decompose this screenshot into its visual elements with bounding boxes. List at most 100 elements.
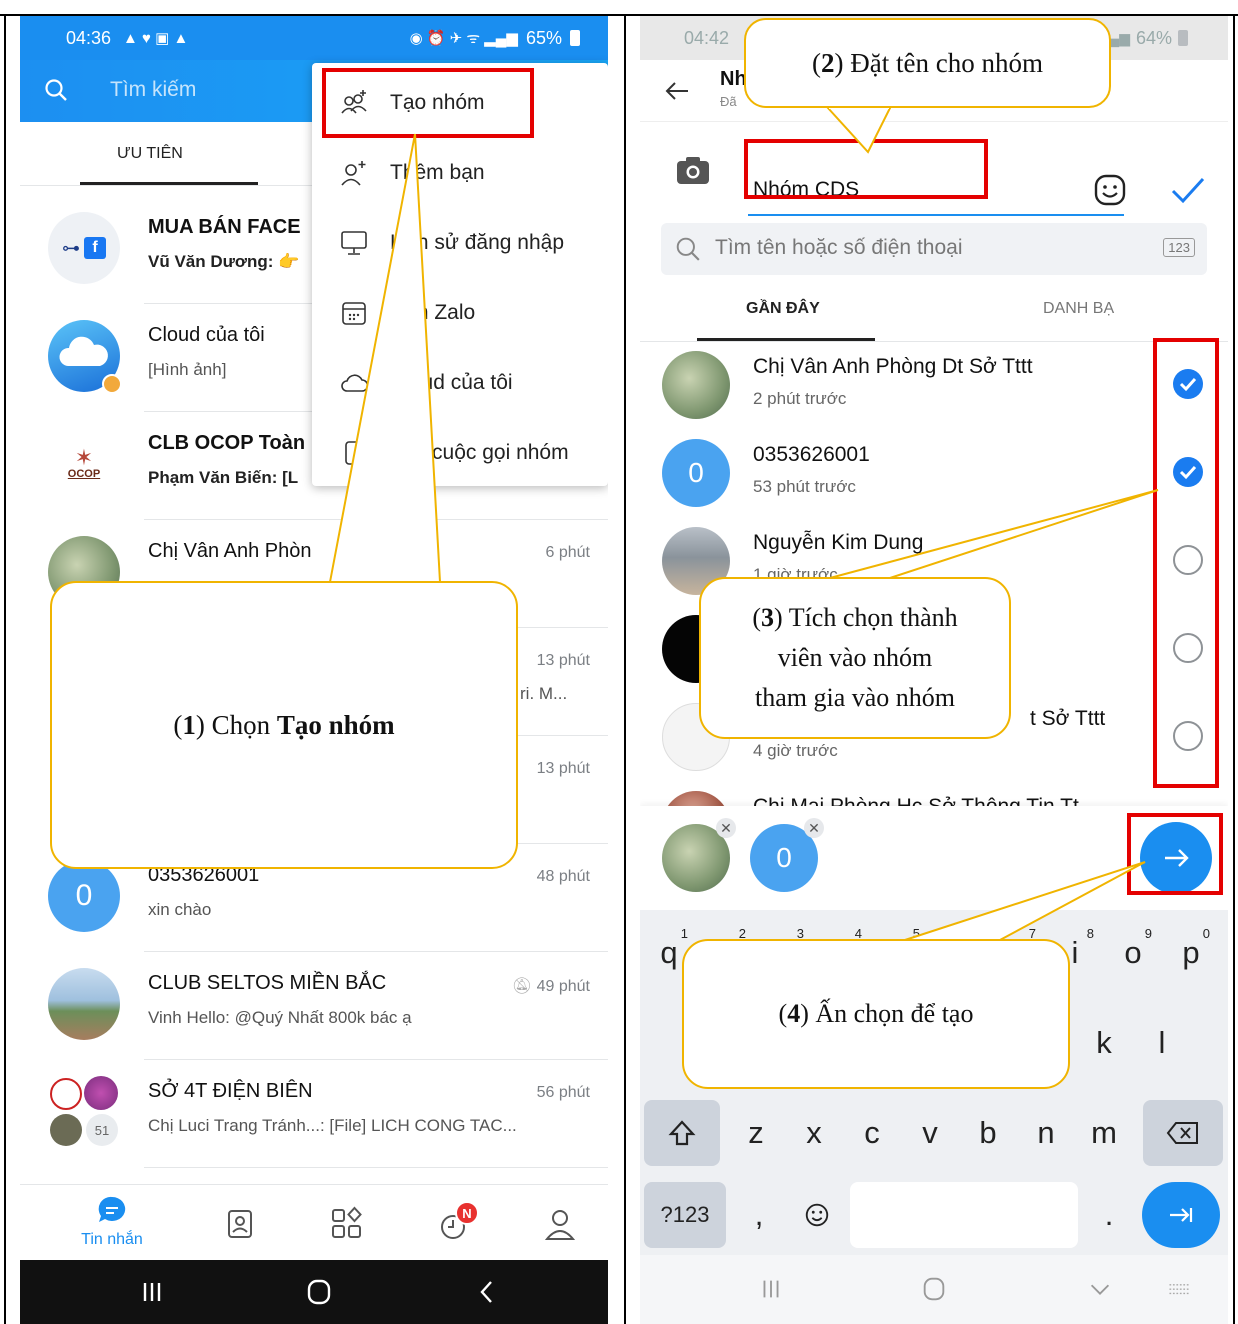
key-z[interactable]: z: [729, 1100, 783, 1166]
ocop-logo-text: OCOP: [67, 468, 101, 480]
callout-line: tham gia vào nhóm: [754, 683, 955, 712]
backspace-key[interactable]: [1143, 1100, 1223, 1166]
number-avatar: 0: [662, 439, 730, 507]
key-x[interactable]: x: [787, 1100, 841, 1166]
android-system-nav: [20, 1260, 608, 1324]
key-label: p: [1182, 935, 1200, 970]
battery-icon: [570, 30, 580, 46]
search-icon[interactable]: [44, 78, 68, 102]
chat-time: 13 phút: [536, 760, 590, 777]
key-m[interactable]: m: [1077, 1100, 1131, 1166]
remove-icon[interactable]: ✕: [804, 818, 824, 838]
status-time: 04:36: [66, 27, 112, 48]
search-input[interactable]: Tìm kiếm: [110, 78, 196, 102]
contact-row[interactable]: Chị Vân Anh Phòng Dt Sở Tttt 2 phút trướ…: [640, 341, 1228, 429]
chat-last-message: xin chào: [148, 900, 212, 919]
chat-row[interactable]: CLUB SELTOS MIỀN BẮC Vinh Hello: @Quý Nh…: [20, 952, 608, 1060]
tab-key[interactable]: [1142, 1182, 1220, 1248]
callout-bold-text: Tạo nhóm: [276, 709, 395, 740]
back-arrow-icon[interactable]: [662, 76, 692, 106]
callout-text: (4) Ấn chọn để tạo: [778, 999, 974, 1028]
callout-step-1: (1) Chọn Tạo nhóm: [50, 581, 518, 869]
battery-level: 65%: [525, 27, 562, 48]
keyboard-switch-icon[interactable]: [1166, 1277, 1192, 1303]
camera-icon[interactable]: [673, 152, 713, 192]
star-icon: ✶: [74, 445, 94, 470]
confirm-check-icon[interactable]: [1168, 170, 1208, 210]
person-add-icon: [341, 161, 366, 186]
recent-apps-icon[interactable]: [137, 1277, 167, 1307]
callout-text-part: ) Đặt tên cho nhóm: [834, 47, 1043, 78]
menu-item-add-friend[interactable]: Thêm bạn: [312, 139, 608, 207]
menu-item-my-cloud[interactable]: Cloud của tôi: [312, 349, 608, 417]
avatar: ⊶ f: [48, 212, 120, 284]
key-b[interactable]: b: [961, 1100, 1015, 1166]
key-l[interactable]: l: [1135, 1010, 1189, 1076]
contact-search-bar[interactable]: Tìm tên hoặc số điện thoại 123: [661, 223, 1207, 275]
recent-apps-icon[interactable]: [757, 1275, 785, 1303]
emoji-key[interactable]: [790, 1182, 844, 1248]
key-label: ,: [754, 1197, 764, 1232]
group-member-avatar: [84, 1076, 118, 1110]
chat-last-message: [Hình ảnh]: [148, 360, 227, 379]
space-key[interactable]: [850, 1182, 1078, 1248]
home-icon[interactable]: [304, 1277, 334, 1307]
key-k[interactable]: k: [1077, 1010, 1131, 1076]
contact-name: t Sở Tttt: [1030, 707, 1106, 730]
menu-item-group-call[interactable]: Tạo cuộc gọi nhóm: [312, 419, 608, 487]
chat-name: CLUB SELTOS MIỀN BẮC: [148, 972, 387, 994]
contacts-icon[interactable]: [210, 1195, 270, 1255]
remove-icon[interactable]: ✕: [716, 818, 736, 838]
menu-item-zalo-calendar[interactable]: Lịch Zalo: [312, 279, 608, 347]
tab-priority[interactable]: ƯU TIÊN: [117, 122, 183, 186]
backspace-icon: [1166, 1122, 1198, 1144]
callout-text: (2) Đặt tên cho nhóm: [812, 47, 1043, 78]
back-icon[interactable]: [472, 1277, 502, 1307]
menu-item-login-history[interactable]: Lịch sử đăng nhập: [312, 209, 608, 277]
key-comma[interactable]: ,: [732, 1182, 786, 1248]
tab-recent[interactable]: GẦN ĐÂY: [746, 300, 820, 318]
header-title: Nh: [720, 68, 747, 90]
group-avatar: 51: [48, 1076, 120, 1148]
symbols-key[interactable]: ?123: [644, 1182, 726, 1248]
key-label: z: [748, 1115, 764, 1150]
key-n[interactable]: n: [1019, 1100, 1073, 1166]
callout-line: viên vào nhóm: [777, 643, 933, 672]
step-number: 3: [761, 603, 775, 632]
nav-messages[interactable]: Tin nhắn: [72, 1195, 152, 1255]
frame-right-line: [1233, 14, 1235, 1324]
step-number: 4: [787, 999, 801, 1028]
discover-grid-icon[interactable]: [317, 1195, 377, 1255]
key-p[interactable]: p0: [1164, 920, 1218, 986]
monitor-icon: [341, 231, 367, 255]
status-time: 04:42: [684, 27, 730, 48]
contact-row[interactable]: 0 0353626001 53 phút trước: [640, 429, 1228, 517]
chat-row[interactable]: 51 SỞ 4T ĐIỆN BIÊN Chị Luci Trang Tránh.…: [20, 1060, 608, 1168]
keyboard-hide-icon[interactable]: [1086, 1275, 1114, 1303]
key-c[interactable]: c: [845, 1100, 899, 1166]
key-v[interactable]: v: [903, 1100, 957, 1166]
profile-icon[interactable]: [530, 1195, 590, 1255]
shift-icon: [668, 1120, 696, 1146]
callout-step-3: (3) Tích chọn thành viên vào nhóm tham g…: [699, 577, 1011, 739]
chat-time: 48 phút: [536, 868, 590, 885]
header-subtitle: Đã: [720, 94, 737, 109]
sticker-icon[interactable]: [1092, 172, 1128, 208]
contact-search-input[interactable]: Tìm tên hoặc số điện thoại: [715, 236, 962, 260]
key-number: 0: [1202, 926, 1210, 941]
home-icon[interactable]: [920, 1275, 948, 1303]
keypad-toggle[interactable]: 123: [1163, 238, 1195, 257]
tab-contacts[interactable]: DANH BẠ: [1043, 300, 1114, 318]
chat-time: 56 phút: [536, 1084, 590, 1101]
key-o[interactable]: o9: [1106, 920, 1160, 986]
selected-member-chip[interactable]: ✕: [662, 818, 736, 892]
chat-name: MUA BÁN FACE: [148, 216, 301, 238]
selected-member-chip[interactable]: 0 ✕: [750, 818, 824, 892]
nav-timeline[interactable]: N: [425, 1195, 485, 1255]
tutorial-figure: 04:36 ▲ ♥ ▣ ▲ ◉ ⏰ ✈ ᯤ ▂▄▆ 65% Tìm kiếm Ư…: [0, 0, 1238, 1324]
group-member-avatar: [50, 1078, 82, 1110]
key-period[interactable]: .: [1082, 1182, 1136, 1248]
callout-step-2: (2) Đặt tên cho nhóm: [744, 18, 1111, 108]
shift-key[interactable]: [644, 1100, 720, 1166]
photo-avatar: [48, 968, 120, 1040]
